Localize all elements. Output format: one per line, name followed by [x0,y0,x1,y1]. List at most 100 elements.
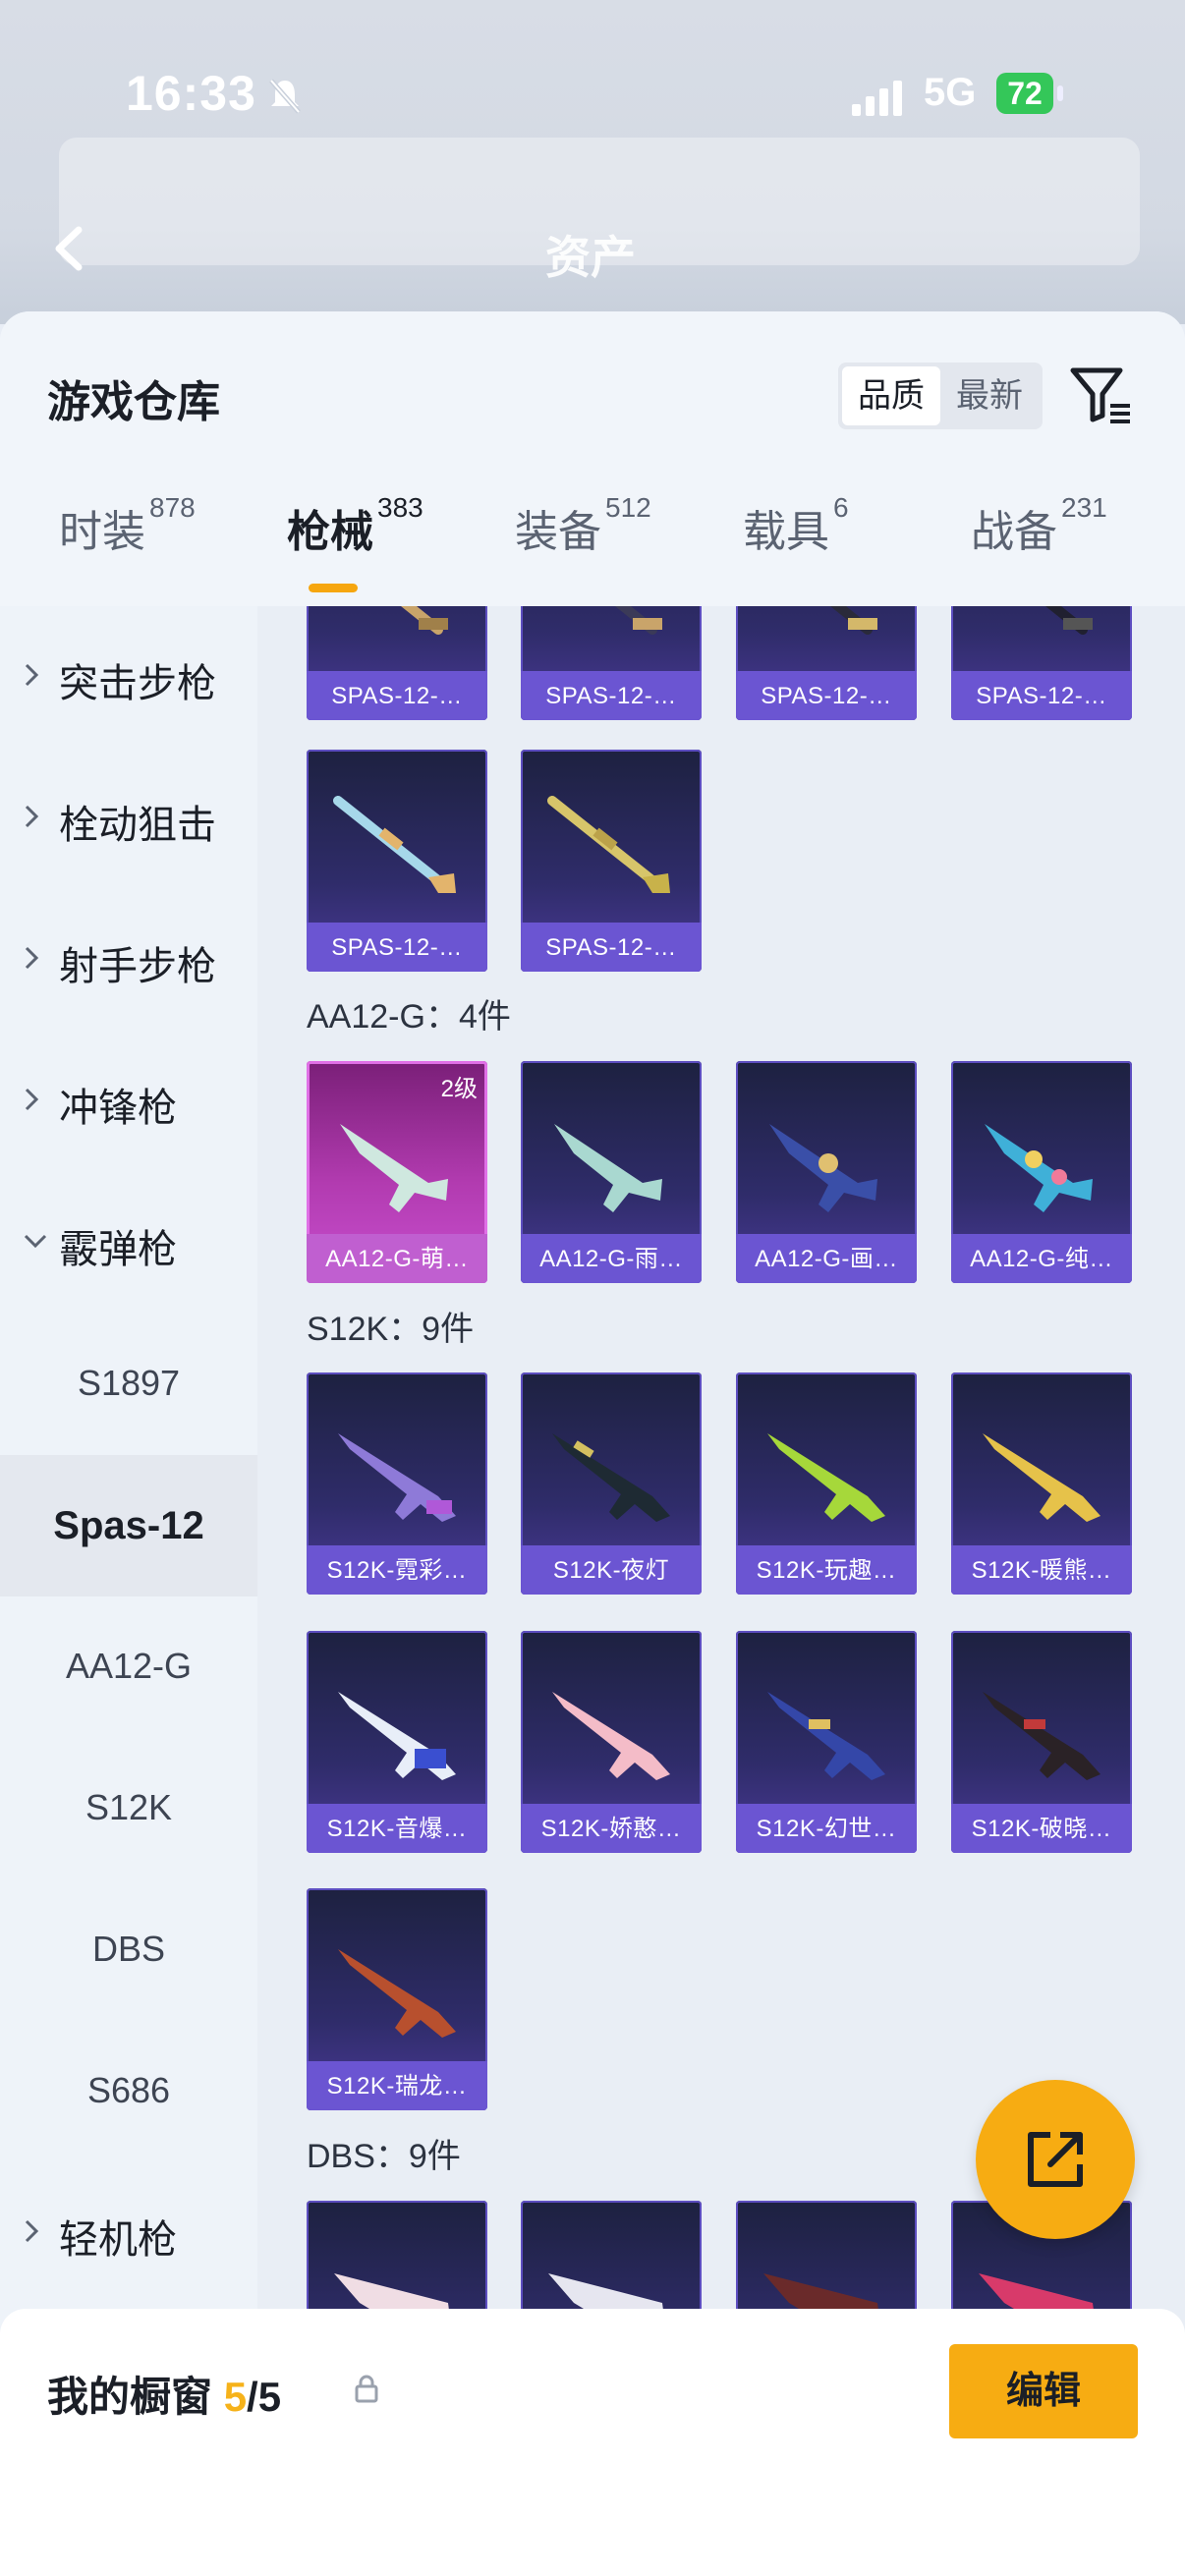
skin-card[interactable]: SPAS-12-… [307,750,487,972]
skin-card[interactable]: SPAS-12-… [736,606,917,720]
rifle-skin-icon [985,1124,1093,1212]
skin-card[interactable]: S12K-娇憨… [521,1631,702,1853]
sidebar-item-label: 轻机枪 [59,2218,177,2262]
skin-card[interactable]: AA12-G-雨… [521,1061,702,1283]
shotgun-skin-icon [547,796,670,893]
top-nav: 资产 [0,206,1185,295]
card-name: S12K-音爆… [326,1816,468,1842]
weapon-category-sidebar: 突击步枪 栓动狙击 射手步枪 冲锋枪 霰弹枪 S1897 Spas-12 AA1… [0,606,257,2576]
tab-firearms[interactable]: 枪械383 [287,492,423,559]
tab-supplies[interactable]: 战备231 [971,492,1107,559]
card-name: S12K-霓彩… [326,1557,468,1584]
card-name: SPAS-12-… [761,683,892,709]
tab-label: 载具 [743,508,829,556]
card-name: S12K-暖熊… [971,1557,1112,1584]
tab-label: 战备 [971,508,1057,556]
rifle-skin-icon [554,1124,662,1212]
weapon-skin-grid: SPAS-12-… SPAS-12-… SPAS-12-… SPAS-12-… … [257,606,1185,2576]
back-icon[interactable] [49,224,88,273]
signal-icon [850,81,905,120]
skin-card[interactable]: S12K-玩趣… [736,1372,917,1595]
skin-card[interactable]: SPAS-12-… [951,606,1132,720]
tab-count: 512 [605,492,651,523]
rifle-skin-icon [340,1124,448,1212]
sidebar-item-label: 栓动狙击 [59,804,216,847]
sort-newest-button[interactable]: 最新 [940,366,1039,425]
active-tab-indicator [309,584,358,592]
skin-card[interactable]: AA12-G-画… [736,1061,917,1283]
sidebar-item-assault-rifle[interactable]: 突击步枪 [0,606,257,748]
sidebar-subitem-label: S686 [86,2070,171,2110]
section-heading-aa12-g: AA12-G：4件 [307,998,511,1036]
sidebar-subitem-aa12-g[interactable]: AA12-G [0,1596,257,1738]
chevron-right-icon [22,803,41,830]
tab-vehicles[interactable]: 载具6 [743,492,849,559]
card-name: AA12-G-雨… [539,1246,683,1272]
skin-card[interactable]: S12K-音爆… [307,1631,487,1853]
showcase-used-count: 5 [223,2374,248,2420]
showcase-label: 我的橱窗 [47,2374,213,2420]
sidebar-item-smg[interactable]: 冲锋枪 [0,1031,257,1172]
skin-card[interactable]: SPAS-12-… [307,606,487,720]
card-name: AA12-G-纯… [970,1246,1113,1272]
sidebar-item-bolt-sniper[interactable]: 栓动狙击 [0,748,257,889]
tab-equipment[interactable]: 装备512 [515,492,651,559]
sidebar-item-shotgun[interactable]: 霰弹枪 [0,1172,257,1314]
rifle-skin-icon [983,1692,1100,1780]
skin-card[interactable]: S12K-夜灯 [521,1372,702,1595]
tab-fashion[interactable]: 时装878 [59,492,196,559]
sidebar-subitem-dbs[interactable]: DBS [0,1879,257,2021]
sidebar-subitem-label: S1897 [77,1363,181,1403]
rifle-skin-icon [338,1692,456,1780]
shotgun-skin-icon [400,606,448,635]
edit-button[interactable]: 编辑 [949,2344,1138,2438]
skin-card[interactable]: S12K-暖熊… [951,1372,1132,1595]
skin-card[interactable]: S12K-幻世… [736,1631,917,1853]
sidebar-subitem-s12k[interactable]: S12K [0,1738,257,1879]
shotgun-skin-icon [1044,606,1093,635]
sidebar-item-lmg[interactable]: 轻机枪 [0,2162,257,2304]
chevron-down-icon [22,1227,47,1255]
rifle-skin-icon [769,1124,877,1212]
battery-level: 72 [996,73,1053,114]
sidebar-subitem-label: Spas-12 [53,1504,204,1547]
sidebar-subitem-s1897[interactable]: S1897 [0,1314,257,1455]
tab-label: 枪械 [287,508,373,556]
sort-quality-button[interactable]: 品质 [842,366,940,425]
sidebar-subitem-label: AA12-G [65,1646,193,1686]
sidebar-item-label: 射手步枪 [59,945,216,988]
rifle-skin-icon [983,1433,1100,1522]
showcase-title: 我的橱窗 5/5 [47,2364,281,2424]
section-heading-dbs: DBS：9件 [307,2138,461,2175]
sidebar-item-label: 冲锋枪 [59,1087,177,1130]
battery-tip [1057,85,1063,101]
filter-icon[interactable] [1067,361,1136,429]
sheet-header: 游戏仓库 品质 最新 时装878 枪械383 装备512 载具6 战备231 [0,311,1185,606]
sidebar-subitem-s686[interactable]: S686 [0,2021,257,2162]
skin-card[interactable]: AA12-G-纯… [951,1061,1132,1283]
skin-card[interactable]: 2级 AA12-G-萌… [307,1061,487,1283]
showcase-total-count: /5 [247,2374,282,2420]
chevron-right-icon [22,1086,41,1113]
skin-card[interactable]: SPAS-12-… [521,750,702,972]
skin-card[interactable]: S12K-霓彩… [307,1372,487,1595]
rifle-skin-icon [767,1692,885,1780]
section-heading-s12k: S12K：9件 [307,1311,475,1348]
card-name: S12K-破晓… [971,1816,1112,1842]
card-name: S12K-夜灯 [552,1557,670,1584]
share-button[interactable] [976,2080,1135,2239]
share-icon [1028,2132,1083,2187]
shotgun-skin-icon [829,606,877,635]
skin-card[interactable]: SPAS-12-… [521,606,702,720]
sidebar-subitem-label: S12K [85,1787,173,1827]
rifle-skin-icon [552,1692,670,1780]
chevron-right-icon [22,944,41,972]
sidebar-item-marksman-rifle[interactable]: 射手步枪 [0,889,257,1031]
chevron-right-icon [22,661,41,689]
sidebar-subitem-label: DBS [91,1929,166,1969]
tab-label: 装备 [515,508,601,556]
skin-card[interactable]: S12K-破晓… [951,1631,1132,1853]
skin-card[interactable]: S12K-瑞龙… [307,1888,487,2110]
rifle-skin-icon [338,1949,456,2038]
sidebar-subitem-spas-12[interactable]: Spas-12 [0,1455,257,1596]
